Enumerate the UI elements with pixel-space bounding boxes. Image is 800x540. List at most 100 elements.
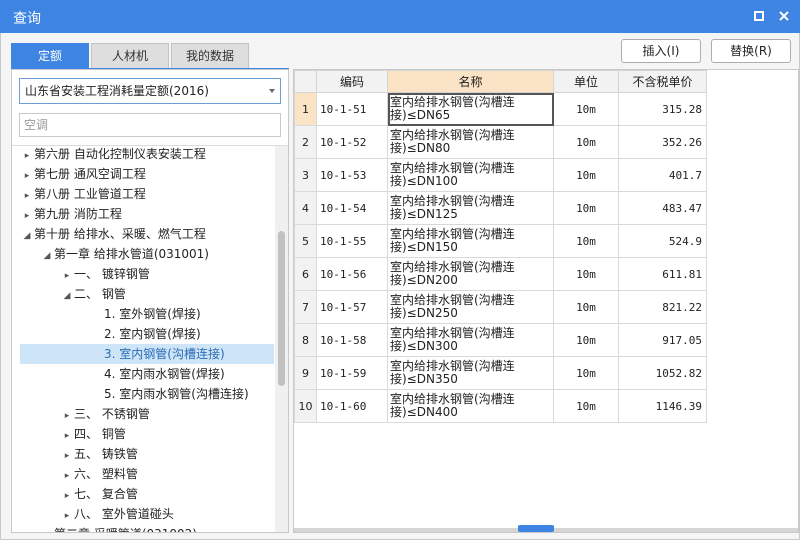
cell-name[interactable]: 室内给排水钢管(沟槽连接)≤DN350: [387, 356, 554, 390]
grid-horizontal-scrollbar[interactable]: [294, 525, 798, 532]
tree-item[interactable]: ◢ 二、 钢管: [20, 284, 274, 304]
insert-button[interactable]: 插入(I): [621, 39, 701, 63]
scrollbar-thumb[interactable]: [278, 231, 285, 386]
cell-unit[interactable]: 10m: [553, 191, 619, 225]
cell-code[interactable]: 10-1-56: [316, 257, 388, 291]
grid-header-unit[interactable]: 单位: [553, 70, 619, 93]
expander-icon[interactable]: ◢: [20, 226, 34, 246]
row-number[interactable]: 5: [294, 224, 317, 258]
expander-icon[interactable]: ▸: [60, 426, 74, 446]
cell-price[interactable]: 821.22: [618, 290, 707, 324]
tree-item[interactable]: ▸ 一、 镀锌钢管: [20, 264, 274, 284]
expander-icon[interactable]: ▸: [20, 166, 34, 186]
tab-quota[interactable]: 定额: [11, 43, 89, 69]
tab-labor-material-machine[interactable]: 人材机: [91, 43, 169, 69]
cell-unit[interactable]: 10m: [553, 158, 619, 192]
table-row[interactable]: 9 10-1-59 室内给排水钢管(沟槽连接)≤DN350 10m 1052.82: [294, 356, 707, 390]
tree-item[interactable]: ▸ 七、 复合管: [20, 484, 274, 504]
cell-unit[interactable]: 10m: [553, 323, 619, 357]
cell-code[interactable]: 10-1-60: [316, 389, 388, 423]
cell-code[interactable]: 10-1-55: [316, 224, 388, 258]
cell-name[interactable]: 室内给排水钢管(沟槽连接)≤DN150: [387, 224, 554, 258]
cell-unit[interactable]: 10m: [553, 92, 619, 126]
cell-price[interactable]: 917.05: [618, 323, 707, 357]
cell-price[interactable]: 524.9: [618, 224, 707, 258]
cell-name[interactable]: 室内给排水钢管(沟槽连接)≤DN250: [387, 290, 554, 324]
row-number[interactable]: 6: [294, 257, 317, 291]
tree-item[interactable]: ▸ 第七册 通风空调工程: [20, 164, 274, 184]
cell-code[interactable]: 10-1-57: [316, 290, 388, 324]
cell-code[interactable]: 10-1-51: [316, 92, 388, 126]
table-row[interactable]: 8 10-1-58 室内给排水钢管(沟槽连接)≤DN300 10m 917.05: [294, 323, 707, 357]
cell-code[interactable]: 10-1-58: [316, 323, 388, 357]
replace-button[interactable]: 替换(R): [711, 39, 791, 63]
table-row[interactable]: 1 10-1-51 室内给排水钢管(沟槽连接)≤DN65 10m 315.28: [294, 92, 707, 126]
row-number[interactable]: 9: [294, 356, 317, 390]
cell-unit[interactable]: 10m: [553, 356, 619, 390]
cell-name[interactable]: 室内给排水钢管(沟槽连接)≤DN400: [387, 389, 554, 423]
expander-icon[interactable]: ▸: [20, 206, 34, 226]
table-row[interactable]: 3 10-1-53 室内给排水钢管(沟槽连接)≤DN100 10m 401.7: [294, 158, 707, 192]
cell-unit[interactable]: 10m: [553, 224, 619, 258]
tree-item[interactable]: ▸ 第九册 消防工程: [20, 204, 274, 224]
cell-price[interactable]: 611.81: [618, 257, 707, 291]
cell-unit[interactable]: 10m: [553, 389, 619, 423]
row-number[interactable]: 10: [294, 389, 317, 423]
maximize-icon[interactable]: [749, 6, 769, 26]
cell-name[interactable]: 室内给排水钢管(沟槽连接)≤DN65: [387, 92, 554, 126]
tree-item[interactable]: ▸ 第八册 工业管道工程: [20, 184, 274, 204]
chevron-down-icon[interactable]: [269, 89, 275, 93]
expander-icon[interactable]: ▸: [60, 406, 74, 426]
tree-item[interactable]: ▸ 四、 铜管: [20, 424, 274, 444]
grid-header-price[interactable]: 不含税单价: [618, 70, 707, 93]
tree-item[interactable]: ◢ 第一章 给排水管道(031001): [20, 244, 274, 264]
cell-unit[interactable]: 10m: [553, 125, 619, 159]
table-row[interactable]: 10 10-1-60 室内给排水钢管(沟槽连接)≤DN400 10m 1146.39: [294, 389, 707, 423]
tree-item[interactable]: ▸ 八、 室外管道碰头: [20, 504, 274, 524]
cell-unit[interactable]: 10m: [553, 257, 619, 291]
expander-icon[interactable]: ▸: [20, 186, 34, 206]
cell-price[interactable]: 1052.82: [618, 356, 707, 390]
expander-icon[interactable]: ▸: [60, 446, 74, 466]
grid-header-name[interactable]: 名称: [387, 70, 554, 93]
tree-scrollbar[interactable]: [275, 146, 288, 532]
grid-header-code[interactable]: 编码: [316, 70, 388, 93]
cell-price[interactable]: 352.26: [618, 125, 707, 159]
row-number[interactable]: 8: [294, 323, 317, 357]
cell-name[interactable]: 室内给排水钢管(沟槽连接)≤DN100: [387, 158, 554, 192]
cell-price[interactable]: 1146.39: [618, 389, 707, 423]
expander-icon[interactable]: ◢: [60, 286, 74, 306]
cell-name[interactable]: 室内给排水钢管(沟槽连接)≤DN125: [387, 191, 554, 225]
cell-code[interactable]: 10-1-54: [316, 191, 388, 225]
row-number[interactable]: 1: [294, 92, 317, 126]
row-number[interactable]: 3: [294, 158, 317, 192]
scroll-grip[interactable]: [518, 525, 554, 532]
tree-item[interactable]: ▸ 三、 不锈钢管: [20, 404, 274, 424]
cell-code[interactable]: 10-1-52: [316, 125, 388, 159]
cell-unit[interactable]: 10m: [553, 290, 619, 324]
table-row[interactable]: 6 10-1-56 室内给排水钢管(沟槽连接)≤DN200 10m 611.81: [294, 257, 707, 291]
table-row[interactable]: 7 10-1-57 室内给排水钢管(沟槽连接)≤DN250 10m 821.22: [294, 290, 707, 324]
expander-icon[interactable]: ▸: [20, 146, 34, 166]
cell-price[interactable]: 315.28: [618, 92, 707, 126]
table-row[interactable]: 2 10-1-52 室内给排水钢管(沟槽连接)≤DN80 10m 352.26: [294, 125, 707, 159]
cell-code[interactable]: 10-1-53: [316, 158, 388, 192]
cell-name[interactable]: 室内给排水钢管(沟槽连接)≤DN200: [387, 257, 554, 291]
tree-item[interactable]: 1. 室外钢管(焊接): [20, 304, 274, 324]
tree-item[interactable]: ▸ 六、 塑料管: [20, 464, 274, 484]
tab-my-data[interactable]: 我的数据: [171, 43, 249, 69]
expander-icon[interactable]: ▸: [60, 506, 74, 526]
table-row[interactable]: 4 10-1-54 室内给排水钢管(沟槽连接)≤DN125 10m 483.47: [294, 191, 707, 225]
row-number[interactable]: 7: [294, 290, 317, 324]
tree-item[interactable]: ▸ 五、 铸铁管: [20, 444, 274, 464]
expander-icon[interactable]: ▸: [60, 266, 74, 286]
table-row[interactable]: 5 10-1-55 室内给排水钢管(沟槽连接)≤DN150 10m 524.9: [294, 224, 707, 258]
expander-icon[interactable]: ◢: [40, 246, 54, 266]
cell-price[interactable]: 483.47: [618, 191, 707, 225]
row-number[interactable]: 4: [294, 191, 317, 225]
search-input[interactable]: 空调: [19, 113, 281, 137]
cell-name[interactable]: 室内给排水钢管(沟槽连接)≤DN80: [387, 125, 554, 159]
expander-icon[interactable]: ▸: [60, 466, 74, 486]
tree-item[interactable]: ◢ 第十册 给排水、采暖、燃气工程: [20, 224, 274, 244]
tree-item[interactable]: 3. 室内钢管(沟槽连接): [20, 344, 274, 364]
